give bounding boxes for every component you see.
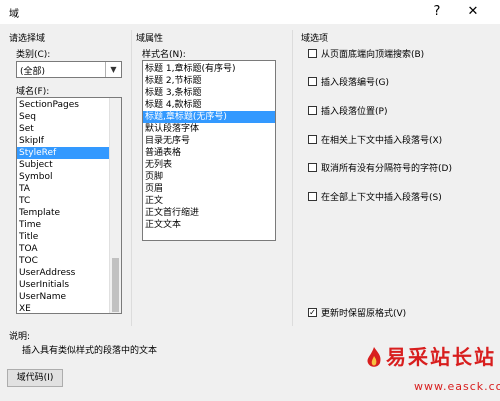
list-item[interactable]: Seq xyxy=(17,111,111,123)
list-item[interactable]: 标题 2,节标题 xyxy=(143,75,275,87)
checkbox[interactable] xyxy=(308,163,317,172)
list-item[interactable]: TC xyxy=(17,195,111,207)
list-item[interactable]: 目录无序号 xyxy=(143,135,275,147)
stylename-label: 样式名(N): xyxy=(142,50,186,60)
category-value: (全部) xyxy=(20,67,46,77)
list-item[interactable]: 标题 4,款标题 xyxy=(143,99,275,111)
checkbox-label: 更新时保留原格式(V) xyxy=(321,309,407,319)
list-item[interactable]: StyleRef xyxy=(17,147,111,159)
list-item[interactable]: 普通表格 xyxy=(143,147,275,159)
list-item[interactable]: Template xyxy=(17,207,111,219)
list-item[interactable]: XE xyxy=(17,303,111,313)
list-item[interactable]: 页眉 xyxy=(143,183,275,195)
fieldnames-scrollbar[interactable] xyxy=(109,98,121,313)
list-item[interactable]: UserInitials xyxy=(17,279,111,291)
option-checkbox[interactable]: 插入段落位置(P) xyxy=(308,104,388,117)
checkbox-label: 插入段落位置(P) xyxy=(321,107,388,117)
flame-icon xyxy=(367,347,381,367)
field-properties-header: 域属性 xyxy=(136,34,164,44)
checkbox[interactable] xyxy=(308,77,317,86)
list-item[interactable]: 默认段落字体 xyxy=(143,123,275,135)
watermark-text: 易采站长站 xyxy=(386,345,496,369)
list-item[interactable]: Symbol xyxy=(17,171,111,183)
list-item[interactable]: 正文 xyxy=(143,195,275,207)
list-item[interactable]: 无列表 xyxy=(143,159,275,171)
checkbox-label: 插入段落编号(G) xyxy=(321,78,389,88)
list-item[interactable]: 标题,章标题(无序号) xyxy=(143,111,275,123)
list-item[interactable]: 正文文本 xyxy=(143,219,275,231)
list-item[interactable]: 标题 1,章标题(有序号) xyxy=(143,63,275,75)
list-item[interactable]: SkipIf xyxy=(17,135,111,147)
list-item[interactable]: Title xyxy=(17,231,111,243)
column-divider xyxy=(131,30,132,326)
checkbox-label: 在相关上下文中插入段落号(X) xyxy=(321,136,443,146)
checkbox[interactable]: ✓ xyxy=(308,308,317,317)
category-dropdown[interactable]: (全部) ▼ xyxy=(16,61,122,78)
list-item[interactable]: 标题 3,条标题 xyxy=(143,87,275,99)
scrollbar-thumb[interactable] xyxy=(112,258,119,312)
checkbox[interactable] xyxy=(308,192,317,201)
fieldnames-list[interactable]: SectionPages Seq Set SkipIf StyleRef Subject S… xyxy=(16,97,122,314)
window-title: 域 xyxy=(9,9,19,20)
column-divider xyxy=(292,30,293,326)
list-item[interactable]: TOA xyxy=(17,243,111,255)
field-options-group: 从页面底端向顶端搜索(B) 插入段落编号(G) 插入段落位置(P) 在相关上下文中插入… xyxy=(308,0,498,330)
option-checkbox[interactable]: 从页面底端向顶端搜索(B) xyxy=(308,47,425,60)
checkbox[interactable] xyxy=(308,106,317,115)
checkbox-label: 在全部上下文中插入段落号(S) xyxy=(321,193,442,203)
field-codes-button[interactable]: 域代码(I) xyxy=(7,369,63,387)
watermark-logo: 易采站长站 www.easck.com xyxy=(360,338,500,401)
list-item[interactable]: UserName xyxy=(17,291,111,303)
list-item[interactable]: Time xyxy=(17,219,111,231)
description-text: 插入具有类似样式的段落中的文本 xyxy=(22,346,158,356)
list-item[interactable]: 页脚 xyxy=(143,171,275,183)
option-checkbox[interactable]: 在相关上下文中插入段落号(X) xyxy=(308,133,443,146)
chevron-down-icon[interactable]: ▼ xyxy=(105,62,121,77)
select-field-header: 请选择域 xyxy=(9,34,46,44)
fieldnames-label: 域名(F): xyxy=(16,87,50,97)
description-label: 说明: xyxy=(9,332,31,342)
option-checkbox[interactable]: 取消所有没有分隔符号的字符(D) xyxy=(308,161,452,174)
option-checkbox[interactable]: 插入段落编号(G) xyxy=(308,75,389,88)
list-item[interactable]: Set xyxy=(17,123,111,135)
list-item[interactable]: Subject xyxy=(17,159,111,171)
list-item[interactable]: 正文首行缩进 xyxy=(143,207,275,219)
stylenames-list[interactable]: 标题 1,章标题(有序号) 标题 2,节标题 标题 3,条标题 标题 4,款标题 标题,… xyxy=(142,60,276,241)
option-checkbox[interactable]: 在全部上下文中插入段落号(S) xyxy=(308,190,442,203)
list-item[interactable]: TOC xyxy=(17,255,111,267)
checkbox[interactable] xyxy=(308,135,317,144)
list-item[interactable]: SectionPages xyxy=(17,99,111,111)
category-label: 类别(C): xyxy=(16,50,51,60)
list-item[interactable]: UserAddress xyxy=(17,267,111,279)
watermark-url: www.easck.com xyxy=(414,380,500,393)
preserve-format-checkbox[interactable]: ✓ 更新时保留原格式(V) xyxy=(308,306,407,319)
checkbox[interactable] xyxy=(308,49,317,58)
list-item[interactable]: TA xyxy=(17,183,111,195)
checkbox-label: 取消所有没有分隔符号的字符(D) xyxy=(321,164,452,174)
checkbox-label: 从页面底端向顶端搜索(B) xyxy=(321,50,425,60)
